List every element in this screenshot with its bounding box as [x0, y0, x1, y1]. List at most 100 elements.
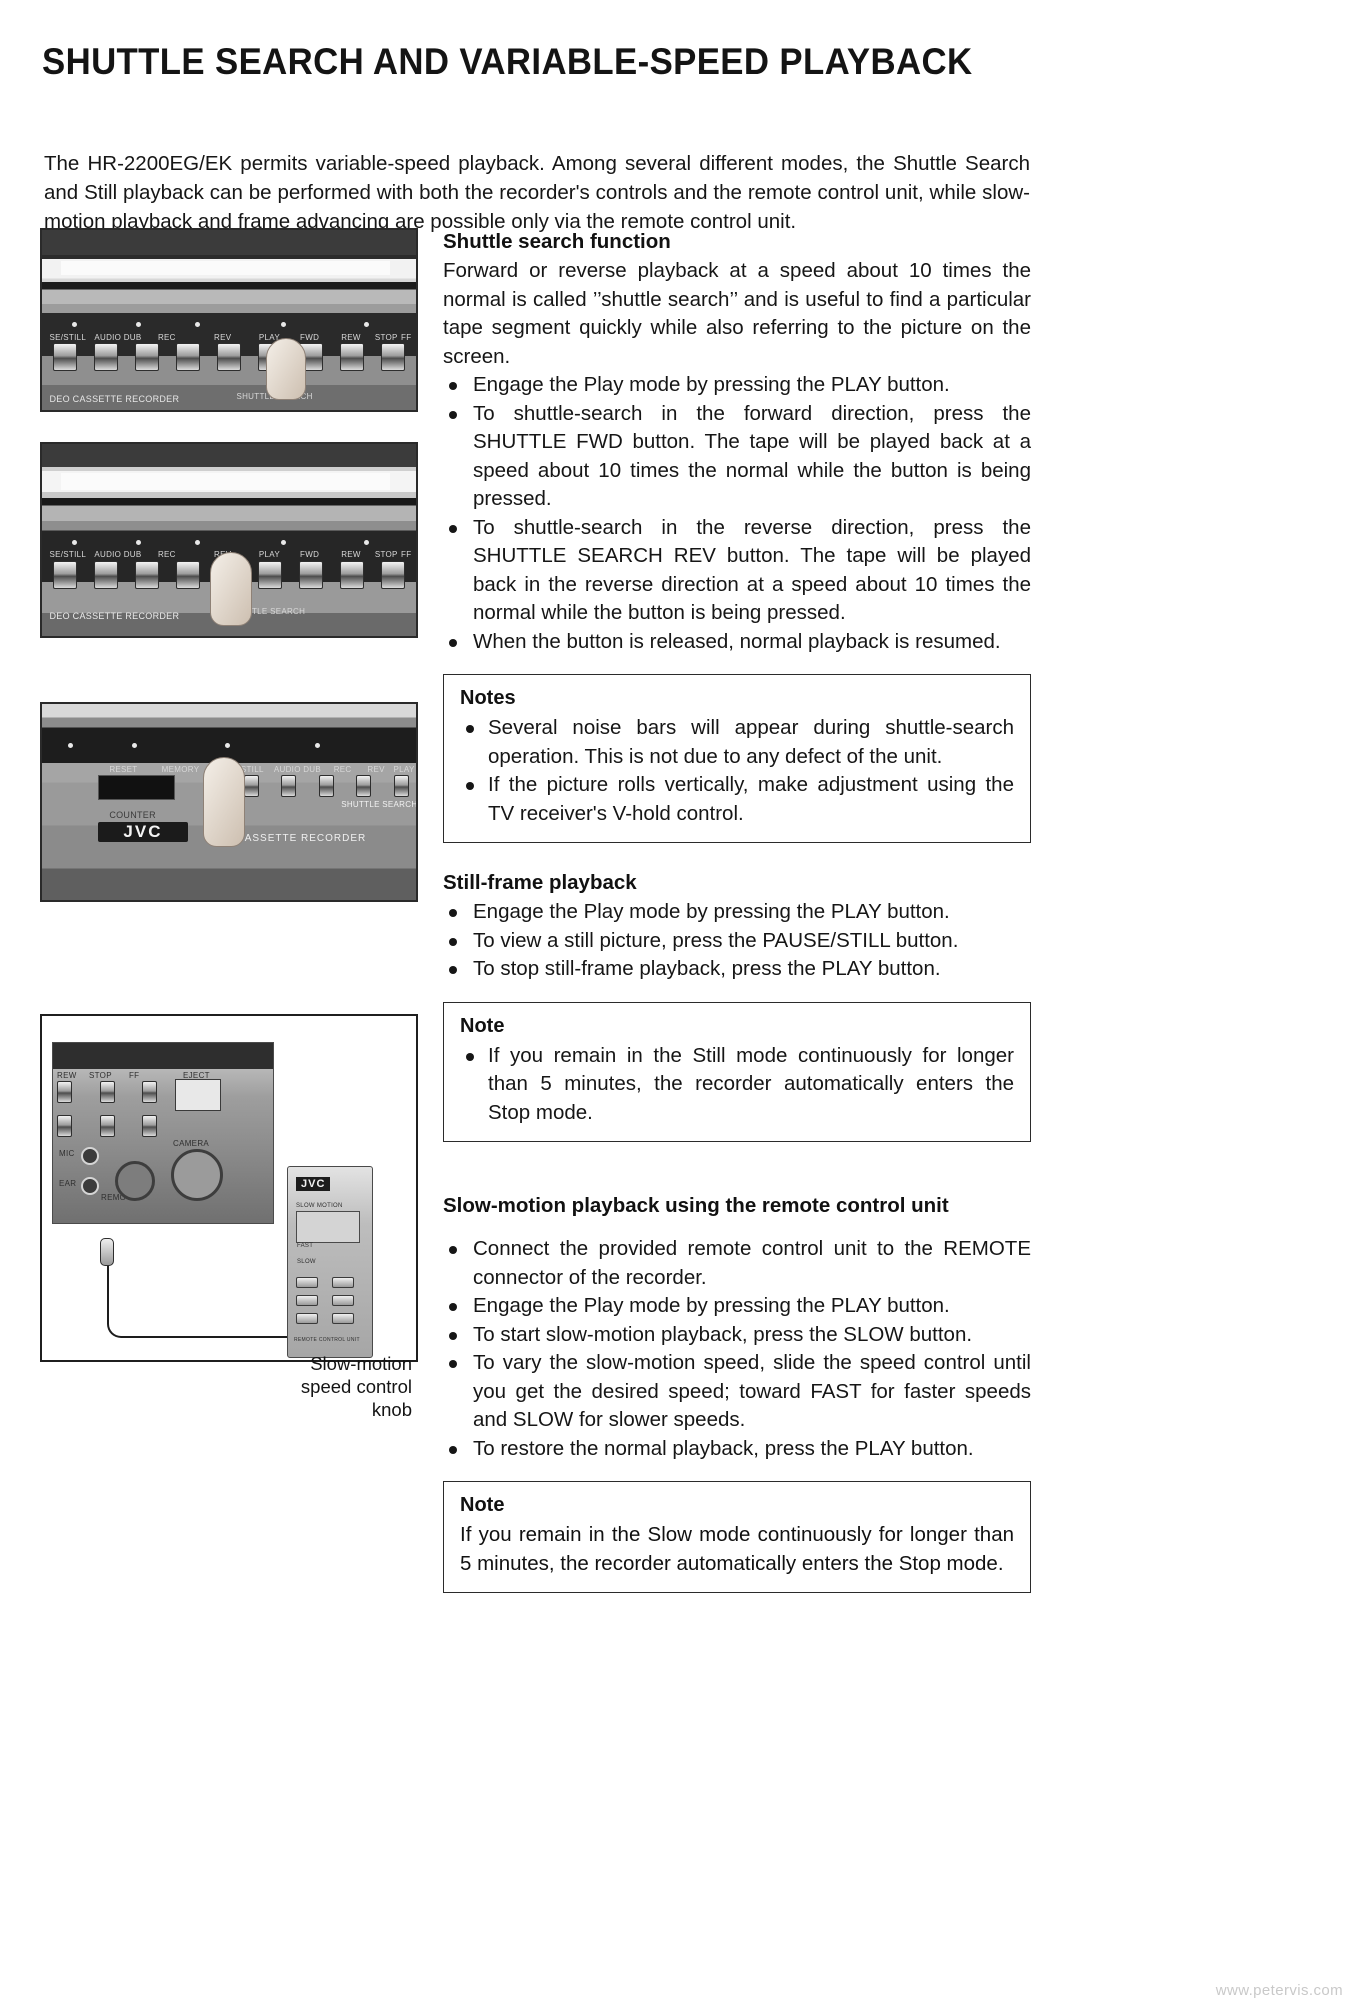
secondary-button-row: [57, 1115, 157, 1137]
button-label: REW: [341, 332, 361, 342]
list-item: Engage the Play mode by pressing the PLA…: [443, 898, 1031, 927]
panel-button: [57, 1081, 72, 1103]
still-frame-bullets: Engage the Play mode by pressing the PLA…: [443, 898, 1031, 984]
intro-paragraph: The HR-2200EG/EK permits variable-speed …: [44, 151, 1030, 233]
list-item: If you remain in the Still mode continuo…: [460, 1042, 1014, 1128]
button-label: FF: [129, 1071, 140, 1080]
panel-button: [380, 561, 405, 590]
slow-motion-slider: [296, 1211, 360, 1243]
button-label: REC: [333, 764, 352, 774]
eject-button: [175, 1079, 221, 1111]
panel-button: [176, 343, 201, 372]
figure-shuttle-rev: SE/STILL AUDIO DUB REC REV PLAY FWD REW …: [40, 442, 418, 638]
panel-button: [339, 343, 364, 372]
button-label: MEMORY: [161, 764, 200, 774]
button-label: STOP: [374, 549, 398, 559]
panel-button: [135, 343, 160, 372]
counter-window: [98, 774, 175, 801]
note-heading: Note: [460, 1014, 505, 1037]
mic-jack: [81, 1147, 99, 1165]
list-item: Several noise bars will appear during sh…: [460, 714, 1014, 771]
indicator-led: [135, 540, 141, 545]
panel-button: [57, 1115, 72, 1137]
body-text: DEO CASSETTE RECORDER: [49, 611, 180, 622]
transport-button-row: [57, 1081, 157, 1103]
button-label: RESET: [109, 764, 138, 774]
recorder-side-panel: REW STOP FF EJECT CAMERA MIC EAR REMOTE: [52, 1042, 274, 1224]
slow-label: SLOW: [297, 1259, 316, 1265]
jvc-logo: JVC: [296, 1177, 331, 1191]
panel-button: [142, 1115, 157, 1137]
mic-label: MIC: [59, 1149, 75, 1158]
slow-motion-knob-callout: Slow-motion speed control knob: [300, 1352, 412, 1421]
body-text: DEO CASSETTE RECORDER: [49, 393, 180, 404]
button-label: FF: [401, 549, 412, 559]
button-label: FWD: [300, 332, 320, 342]
button-label: REW: [57, 1071, 77, 1080]
panel-button: [176, 561, 201, 590]
indicator-led: [71, 540, 77, 545]
heading-shuttle-search: Shuttle search function: [443, 230, 671, 253]
vcr-panel-photo: [42, 230, 416, 410]
remote-button: [296, 1277, 318, 1288]
panel-top-strip: [53, 1043, 273, 1069]
panel-button: [281, 774, 297, 797]
camera-label: CAMERA: [173, 1139, 210, 1148]
remote-button: [332, 1295, 354, 1306]
button-label: STOP: [374, 332, 398, 342]
indicator-led: [363, 321, 369, 327]
list-item: To restore the normal playback, press th…: [443, 1435, 1031, 1464]
list-item: To start slow-motion playback, press the…: [443, 1321, 1031, 1350]
note-bullets: If you remain in the Still mode continuo…: [460, 1042, 1014, 1128]
panel-button: [53, 343, 78, 372]
note-paragraph: If you remain in the Slow mode continuou…: [460, 1523, 1014, 1575]
finger: [210, 551, 253, 626]
remote-button: [332, 1313, 354, 1324]
list-item: To shuttle-search in the reverse directi…: [443, 514, 1031, 628]
figure-pause-still: RESET MEMORY PAUSE/STILL AUDIO DUB REC R…: [40, 702, 418, 902]
panel-button: [339, 561, 364, 590]
ear-label: EAR: [59, 1179, 77, 1188]
note-heading: Note: [460, 1494, 505, 1516]
remote-button: [332, 1277, 354, 1288]
fast-label: FAST: [297, 1243, 314, 1249]
button-label: PLAY: [258, 549, 280, 559]
panel-button: [393, 774, 409, 797]
button-label: PLAY: [393, 764, 415, 774]
tape-slot: [60, 260, 390, 275]
panel-button: [99, 1115, 115, 1137]
remote-cable: [107, 1256, 289, 1338]
callout-line-3: knob: [371, 1399, 412, 1420]
slow-motion-bullets: Connect the provided remote control unit…: [443, 1235, 1031, 1463]
button-label: FWD: [300, 549, 320, 559]
button-label: AUDIO DUB: [94, 332, 142, 342]
list-item: To view a still picture, press the PAUSE…: [443, 927, 1031, 956]
list-item: To shuttle-search in the forward directi…: [443, 400, 1031, 514]
callout-line-1: Slow-motion: [310, 1353, 412, 1374]
figure-shuttle-fwd: SE/STILL AUDIO DUB REC REV PLAY FWD REW …: [40, 228, 418, 412]
panel-button: [53, 561, 78, 590]
notes-box-shuttle: Notes Several noise bars will appear dur…: [443, 674, 1031, 843]
button-label: FF: [401, 332, 412, 342]
tape-slot: [60, 472, 390, 491]
panel-button: [216, 343, 241, 372]
finger: [202, 756, 245, 847]
list-item: To vary the slow-motion speed, slide the…: [443, 1349, 1031, 1435]
notes-bullets: Several noise bars will appear during sh…: [460, 714, 1014, 828]
panel-button: [135, 561, 160, 590]
counter-label: COUNTER: [109, 809, 156, 820]
note-box-slow: Note If you remain in the Slow mode cont…: [443, 1481, 1031, 1593]
indicator-led: [135, 321, 141, 327]
list-item: Engage the Play mode by pressing the PLA…: [443, 371, 1031, 400]
remote-jack: [115, 1161, 155, 1201]
camera-jack: [171, 1149, 223, 1201]
list-item: Connect the provided remote control unit…: [443, 1235, 1031, 1292]
list-item: Engage the Play mode by pressing the PLA…: [443, 1292, 1031, 1321]
heading-still-frame: Still-frame playback: [443, 871, 637, 894]
button-label: AUDIO DUB: [94, 549, 142, 559]
button-label: REC: [157, 332, 176, 342]
